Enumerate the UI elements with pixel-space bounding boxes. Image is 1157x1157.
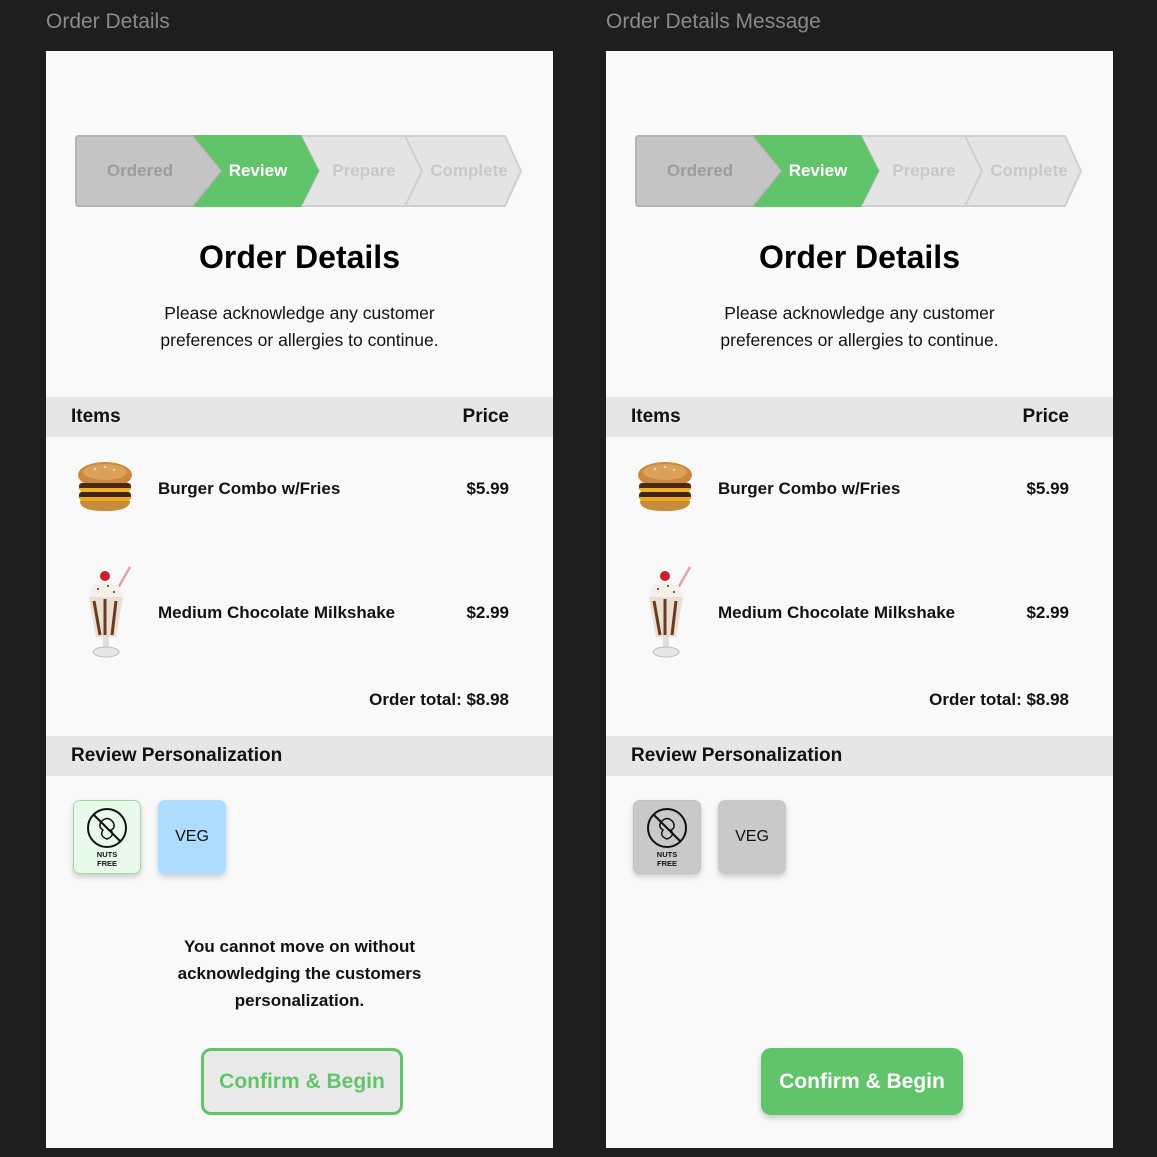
no-nuts-icon: [87, 808, 127, 848]
page-title: Order Details: [199, 239, 400, 275]
page-title: Order Details: [759, 239, 960, 275]
step-prepare: Prepare: [332, 161, 396, 180]
item-price-burger: $5.99: [1026, 479, 1069, 498]
nuts-free-badge[interactable]: NUTS FREE: [633, 800, 701, 874]
burger-icon: [635, 461, 695, 518]
confirm-begin-button[interactable]: Confirm & Begin: [761, 1048, 963, 1115]
items-column-header: Items: [631, 406, 681, 427]
step-ordered: Ordered: [666, 161, 734, 180]
veg-badge[interactable]: VEG: [718, 800, 786, 874]
nuts-free-label: NUTS FREE: [96, 850, 118, 868]
item-price-milkshake: $2.99: [466, 603, 509, 622]
items-header: Items Price: [606, 397, 1113, 437]
step-review: Review: [788, 161, 848, 180]
page-subtitle: Please acknowledge any customer preferen…: [720, 303, 999, 350]
items-header: Items Price: [46, 397, 553, 437]
step-prepare: Prepare: [892, 161, 956, 180]
milkshake-icon: [646, 565, 694, 666]
veg-label: VEG: [735, 828, 769, 845]
progress-steps: Ordered Review Prepare Complete: [75, 135, 523, 207]
step-complete: Complete: [990, 161, 1068, 180]
item-name-milkshake: Medium Chocolate Milkshake: [158, 603, 396, 622]
price-column-header: Price: [462, 406, 509, 427]
nuts-free-badge[interactable]: NUTS FREE: [73, 800, 141, 874]
items-column-header: Items: [71, 406, 121, 427]
nuts-free-label: NUTS FREE: [656, 850, 678, 868]
personalization-header-label: Review Personalization: [71, 745, 283, 766]
item-name-burger: Burger Combo w/Fries: [158, 479, 341, 498]
order-details-message-frame: Ordered Review Prepare Complete Order De…: [606, 51, 1113, 1148]
order-total: Order total: $8.98: [929, 690, 1069, 709]
frame-label-order-details-message: Order Details Message: [606, 10, 821, 33]
page-subtitle: Please acknowledge any customer preferen…: [160, 303, 439, 350]
step-complete: Complete: [430, 161, 508, 180]
item-name-milkshake: Medium Chocolate Milkshake: [718, 603, 956, 622]
frame-label-order-details: Order Details: [46, 10, 170, 33]
burger-icon: [75, 461, 135, 518]
item-price-burger: $5.99: [466, 479, 509, 498]
order-details-frame: Ordered Review Prepare Complete Order De…: [46, 51, 553, 1148]
personalization-header: Review Personalization: [46, 736, 553, 776]
order-total: Order total: $8.98: [369, 690, 509, 709]
step-ordered: Ordered: [106, 161, 174, 180]
step-review: Review: [228, 161, 288, 180]
confirm-begin-button[interactable]: Confirm & Begin: [201, 1048, 403, 1115]
item-name-burger: Burger Combo w/Fries: [718, 479, 901, 498]
price-column-header: Price: [1022, 406, 1069, 427]
no-nuts-icon: [647, 808, 687, 848]
veg-label: VEG: [175, 828, 209, 845]
item-price-milkshake: $2.99: [1026, 603, 1069, 622]
progress-steps: Ordered Review Prepare Complete: [635, 135, 1083, 207]
acknowledge-warning: You cannot move on without acknowledging…: [177, 937, 422, 1010]
milkshake-icon: [86, 565, 134, 666]
personalization-header: Review Personalization: [606, 736, 1113, 776]
veg-badge[interactable]: VEG: [158, 800, 226, 874]
personalization-header-label: Review Personalization: [631, 745, 843, 766]
